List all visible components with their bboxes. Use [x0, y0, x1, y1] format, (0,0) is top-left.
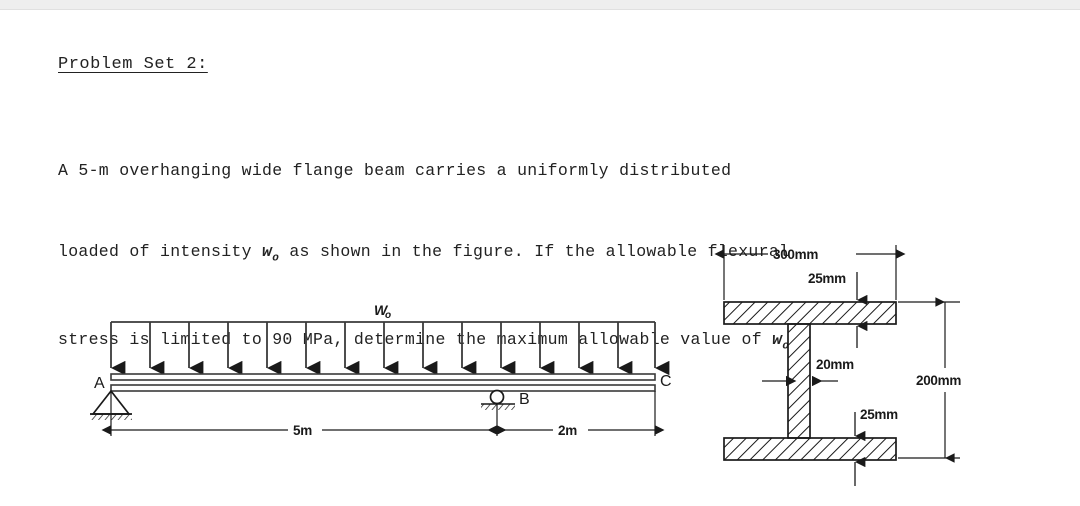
beam-diagram: W o A B C 5m 2m — [90, 302, 672, 438]
dimension-label-300mm: 300mm — [773, 247, 818, 262]
node-label-c: C — [660, 373, 672, 390]
node-label-b: B — [519, 391, 530, 408]
roller-circle — [489, 389, 505, 405]
dimension-label-2m: 2m — [558, 423, 577, 438]
load-arrows — [110, 322, 670, 376]
dimension-span-bc: 2m — [487, 423, 665, 438]
dimension-label-200mm: 200mm — [916, 373, 961, 388]
node-label-a: A — [94, 375, 105, 392]
beam-top-bar — [110, 373, 656, 381]
dimension-span-ab: 5m — [101, 423, 507, 438]
dimension-label-5m: 5m — [293, 423, 312, 438]
dimension-label-top-flange-25mm: 25mm — [808, 271, 846, 286]
screenshot-page: Problem Set 2: A 5-m overhanging wide fl… — [0, 0, 1080, 506]
figure-canvas: W o A B C 5m 2m 300mm 25mm 20mm 25mm 200… — [90, 245, 962, 486]
top-flange — [723, 301, 897, 325]
support-b-roller — [481, 389, 515, 410]
load-intensity-label-sub: o — [385, 310, 391, 321]
cross-section-diagram: 300mm 25mm 20mm 25mm 200mm — [714, 245, 962, 486]
roller-ground-hatch — [481, 404, 515, 410]
web — [787, 323, 811, 439]
beam-bottom-bar — [110, 384, 656, 392]
dimension-depth-200mm: 200mm — [898, 297, 962, 463]
dimension-label-web-20mm: 20mm — [816, 357, 854, 372]
bottom-flange — [723, 437, 897, 461]
dimension-label-bottom-flange-25mm: 25mm — [860, 407, 898, 422]
